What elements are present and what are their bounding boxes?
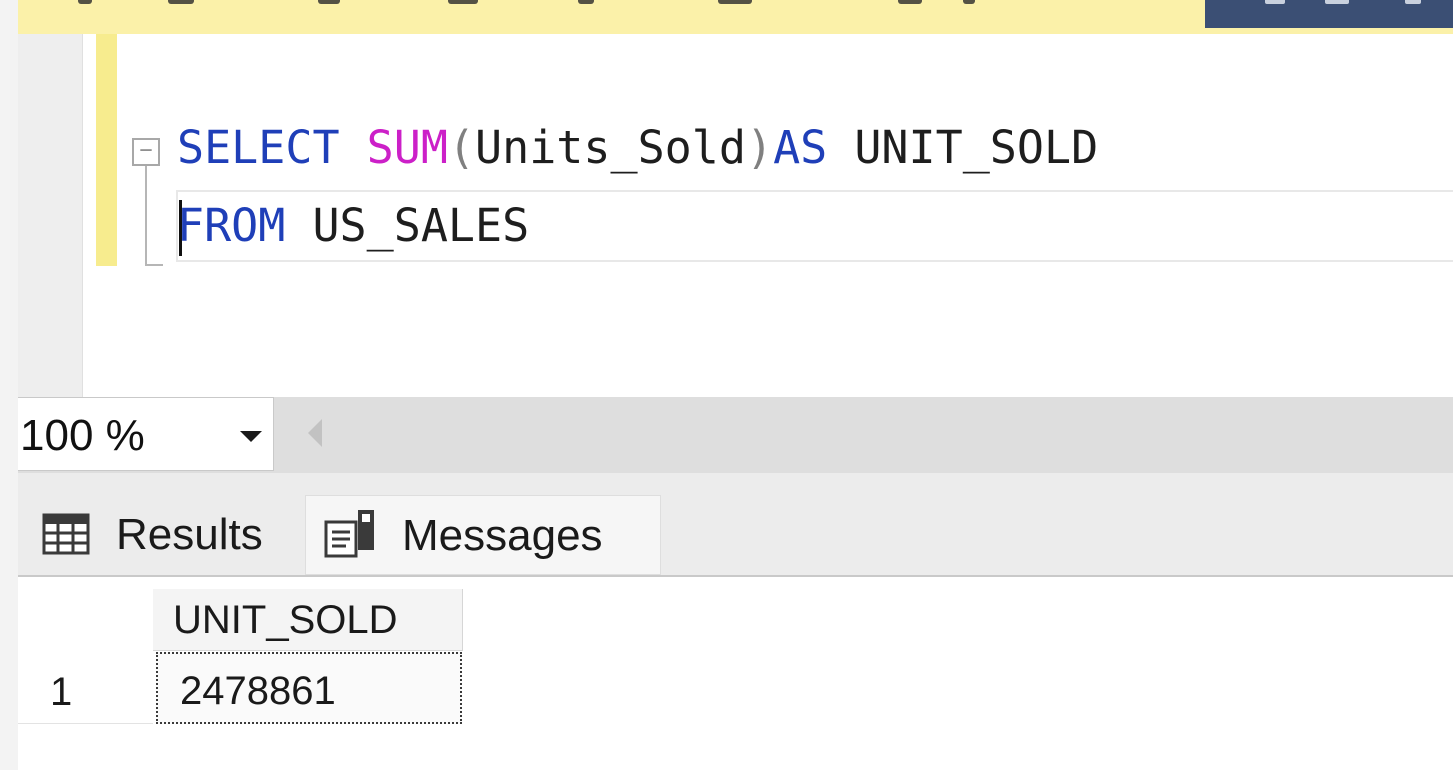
code-line-2[interactable]: FROM US_SALES [177, 190, 529, 262]
scroll-left-icon[interactable] [308, 419, 322, 447]
code-line-1[interactable]: SELECT SUM(Units_Sold)AS UNIT_SOLD [177, 112, 1098, 184]
grid-corner-cell[interactable] [18, 589, 153, 651]
keyword-as: AS [773, 121, 828, 174]
text-cursor [179, 200, 182, 256]
selected-cell[interactable]: 2478861 [156, 652, 462, 724]
column-header-label: UNIT_SOLD [173, 598, 398, 642]
tab-messages[interactable]: Messages [305, 495, 661, 575]
zoom-bar: 100 % [18, 397, 1453, 473]
table-identifier: US_SALES [285, 199, 530, 252]
results-tab-strip: Results Messages [18, 473, 1453, 577]
chevron-down-icon[interactable] [240, 431, 262, 442]
results-grid[interactable]: UNIT_SOLD 1 2478861 [18, 577, 1453, 770]
line-number-gutter [18, 34, 83, 397]
keyword-from: FROM [177, 199, 286, 252]
tab-messages-label: Messages [402, 511, 603, 560]
window-left-edge [0, 0, 18, 770]
query-editor[interactable]: − SELECT SUM(Units_Sold)AS UNIT_SOLD FRO… [18, 34, 1453, 397]
row-number[interactable]: 1 [50, 669, 72, 715]
zoom-value: 100 % [20, 411, 145, 460]
row-divider [18, 723, 153, 724]
paren-close: ) [745, 121, 774, 174]
tab-results-label: Results [116, 510, 263, 559]
column-header[interactable]: UNIT_SOLD [153, 589, 463, 651]
cropped-tab-text [18, 0, 1203, 10]
column-identifier: Units_Sold [475, 121, 746, 174]
active-document-tab[interactable] [1205, 0, 1453, 28]
cell-value: 2478861 [180, 669, 336, 713]
keyword-select: SELECT [177, 121, 340, 174]
outline-guide-end [145, 264, 163, 266]
paren-open: ( [447, 121, 476, 174]
messages-icon [324, 510, 374, 558]
outline-guide [145, 166, 147, 266]
function-sum: SUM [366, 121, 448, 174]
grid-icon [42, 513, 90, 555]
collapse-icon[interactable]: − [132, 138, 160, 166]
change-tracking-bar [96, 34, 117, 266]
alias-identifier: UNIT_SOLD [827, 121, 1099, 174]
zoom-dropdown[interactable]: 100 % [18, 397, 274, 471]
tab-results[interactable]: Results [18, 495, 300, 575]
